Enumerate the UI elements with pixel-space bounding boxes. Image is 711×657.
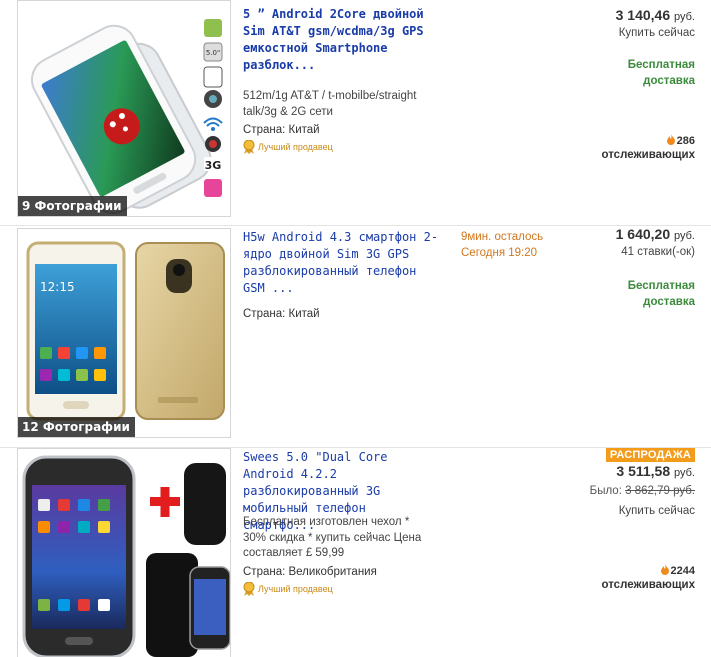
flame-icon — [660, 564, 669, 575]
smartphone-photo: 5.0" 3G — [30, 19, 223, 214]
svg-text:12:15: 12:15 — [40, 280, 75, 294]
flame-icon — [666, 134, 675, 145]
top-seller-label: Лучший продавец — [258, 584, 333, 594]
watchers-label: отслеживающих — [601, 149, 695, 161]
price-value: 1 640,20 — [615, 226, 671, 242]
watchers-label: отслеживающих — [601, 579, 695, 591]
end-time: Сегодня 19:20 — [461, 247, 538, 259]
listing-country: Страна: Китай — [243, 308, 320, 320]
time-remaining: 9мин. осталось — [461, 231, 544, 243]
bid-count: 41 ставки(-ок) — [621, 246, 695, 258]
time-left: 9мин. осталось Сегодня 19:20 — [461, 229, 543, 261]
listing-description: 512m/1g AT&T / t-mobilbe/straight talk/3… — [243, 90, 417, 118]
price-currency: руб. — [674, 230, 695, 242]
watchers-count: 2244 — [670, 565, 695, 577]
buy-it-now-label: Купить сейчас — [618, 505, 695, 517]
price-value: 3 511,58 — [616, 463, 671, 479]
listing-description: Бесплатная изготовлен чехол * 30% скидка… — [243, 516, 422, 559]
top-seller-badge: Лучший продавец — [243, 139, 333, 154]
top-seller-badge: Лучший продавец — [243, 581, 333, 596]
price-currency: руб. — [674, 11, 695, 23]
listing-thumbnail[interactable]: 5.0" 3G 9 Фотографии — [17, 0, 231, 217]
medal-icon — [243, 581, 255, 596]
photo-count-badge[interactable]: 12 Фотографии — [18, 417, 135, 437]
buy-it-now-label: Купить сейчас — [618, 27, 695, 39]
free-shipping-label: Бесплатная доставка — [627, 280, 695, 308]
svg-text:3G: 3G — [205, 159, 222, 172]
price-value: 3 140,46 — [615, 7, 671, 23]
free-shipping-label: Бесплатная доставка — [627, 59, 695, 87]
listing-thumbnail[interactable]: 12:15 12 Фотографии — [17, 228, 231, 438]
was-price: 3 862,79 руб. — [625, 485, 695, 497]
listing-title[interactable]: 5 ” Android 2Core двойной Sim AT&T gsm/w… — [243, 6, 443, 74]
listing-price: 3 511,58 руб. — [616, 463, 695, 479]
svg-text:5.0": 5.0" — [206, 49, 220, 57]
listing-price: 1 640,20 руб. — [616, 226, 695, 242]
watchers-info: 2244 отслеживающих — [601, 564, 695, 592]
listing-item: 12:15 12 Фотографии H5w Android 4.3 смар… — [0, 226, 711, 448]
sale-badge: РАСПРОДАЖА — [605, 448, 695, 462]
photo-count-badge[interactable]: 9 Фотографии — [18, 196, 127, 216]
price-currency: руб. — [674, 467, 695, 479]
listing-item: 5.0" 3G 9 Фотографии 5 ” Android 2Core д… — [0, 0, 711, 226]
listing-title[interactable]: H5w Android 4.3 смартфон 2-ядро двойной … — [243, 229, 443, 297]
listing-country: Страна: Китай — [243, 124, 320, 136]
medal-icon — [243, 139, 255, 154]
listing-thumbnail[interactable] — [17, 448, 231, 657]
watchers-count: 286 — [676, 135, 695, 147]
was-label: Было: — [589, 485, 622, 497]
smartphone-photo: 12:15 — [26, 241, 225, 421]
listing-price: 3 140,46 руб. — [616, 7, 695, 23]
original-price: Было: 3 862,79 руб. — [590, 485, 695, 497]
watchers-info: 286 отслеживающих — [601, 134, 695, 162]
listing-country: Страна: Великобритания — [243, 566, 377, 578]
top-seller-label: Лучший продавец — [258, 142, 333, 152]
smartphone-photo — [22, 455, 230, 657]
listing-item: Swees 5.0 "Dual Core Android 4.2.2 разбл… — [0, 448, 711, 657]
